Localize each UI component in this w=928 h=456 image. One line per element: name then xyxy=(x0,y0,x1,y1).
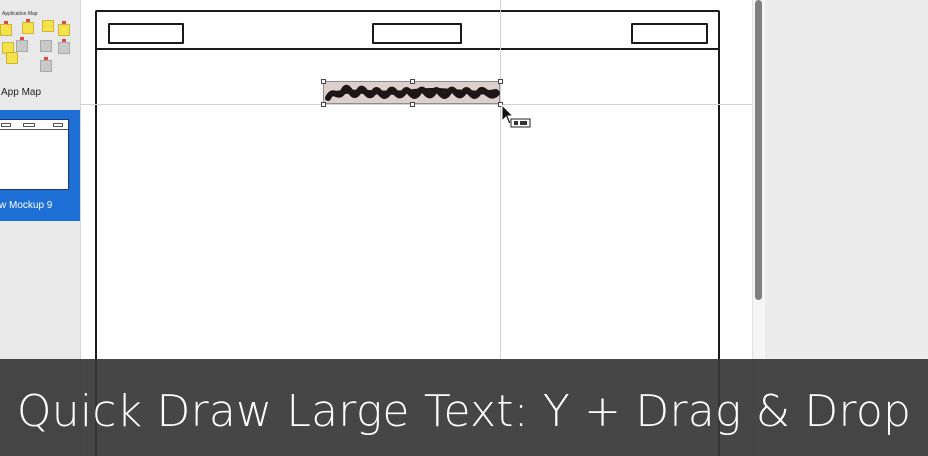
mini-box xyxy=(1,123,11,127)
pin-icon xyxy=(4,21,8,24)
app-map-label: App Map xyxy=(1,87,42,98)
mockup-thumbnail-preview[interactable] xyxy=(0,119,69,190)
sticky-note-gray-icon xyxy=(16,40,28,52)
caption-text: Quick Draw Large Text: Y + Drag & Drop xyxy=(16,386,912,437)
resize-handle-top-right[interactable] xyxy=(498,79,503,84)
sticky-note-gray-icon xyxy=(40,40,52,52)
arrow-copy-cursor-icon xyxy=(501,103,533,130)
sticky-note-icon xyxy=(58,24,70,36)
mini-box xyxy=(23,123,35,127)
sticky-note-icon xyxy=(0,24,12,36)
resize-handle-top[interactable] xyxy=(410,79,415,84)
sticky-note-icon xyxy=(22,22,34,34)
pin-icon xyxy=(62,21,66,24)
wireframe-header xyxy=(97,12,718,50)
mini-divider xyxy=(0,129,68,130)
vertical-scrollbar-thumb[interactable] xyxy=(755,0,762,300)
mini-box xyxy=(53,123,63,127)
large-text-scribble[interactable] xyxy=(321,79,503,107)
resize-handle-top-left[interactable] xyxy=(321,79,326,84)
resize-handle-bottom-left[interactable] xyxy=(321,102,326,107)
pin-icon xyxy=(26,19,30,22)
mockup-label: w Mockup 9 xyxy=(0,200,53,211)
sticky-note-icon xyxy=(6,52,18,64)
wireframe-box-left[interactable] xyxy=(108,23,184,44)
sticky-note-icon xyxy=(42,20,54,32)
sticky-note-gray-icon xyxy=(40,60,52,72)
sticky-note-gray-icon xyxy=(58,42,70,54)
pin-icon xyxy=(62,39,66,42)
resize-handle-bottom[interactable] xyxy=(410,102,415,107)
pin-icon xyxy=(44,57,48,60)
app-map-thumb-title: Application Map xyxy=(2,11,38,17)
pin-icon xyxy=(20,37,24,40)
app-map-thumbnail[interactable]: Application Map xyxy=(0,0,80,80)
wireframe-box-right[interactable] xyxy=(631,23,708,44)
wireframe-box-center[interactable] xyxy=(372,23,462,44)
